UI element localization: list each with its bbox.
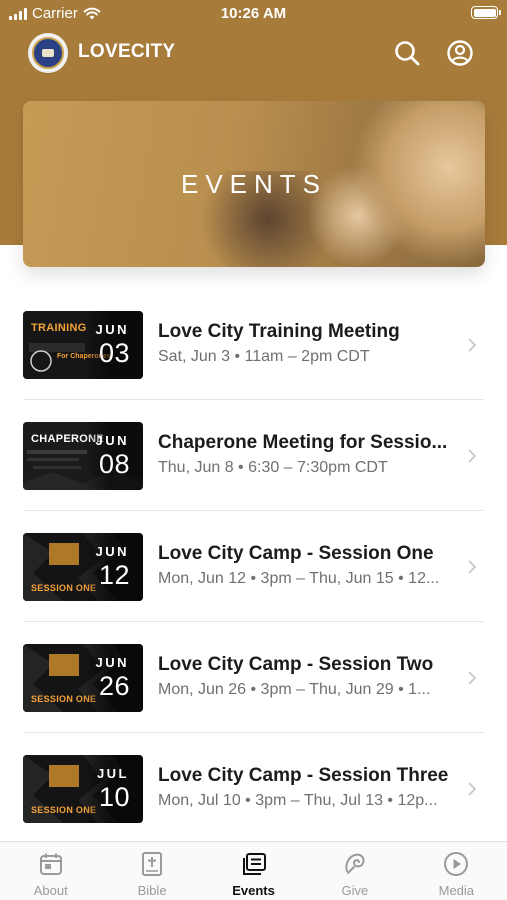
search-button[interactable] (392, 38, 422, 68)
event-row[interactable]: SESSION ONE JUN 12 Love City Camp - Sess… (0, 511, 507, 622)
event-row[interactable]: SESSION ONE JUN 26 Love City Camp - Sess… (0, 622, 507, 733)
app-bar: LOVECITY (0, 30, 507, 76)
event-month: JUN (95, 322, 129, 337)
event-datetime: Mon, Jul 10 • 3pm – Thu, Jul 13 • 12p... (158, 792, 438, 809)
event-thumbnail: CHAPERONE JUN 08 (23, 422, 143, 490)
church-logo[interactable] (28, 33, 68, 73)
chevron-right-icon (468, 338, 477, 352)
event-month: JUN (95, 544, 129, 559)
profile-icon (447, 40, 473, 66)
bible-icon (142, 852, 163, 876)
play-icon (444, 852, 469, 876)
event-month: JUN (95, 433, 129, 448)
chevron-right-icon (468, 671, 477, 685)
event-title: Love City Camp - Session Two (158, 654, 434, 675)
event-day: 03 (98, 338, 130, 368)
event-datetime: Thu, Jun 8 • 6:30 – 7:30pm CDT (158, 459, 388, 476)
search-icon (395, 41, 420, 66)
tab-media[interactable]: Media (406, 842, 507, 900)
event-day: 12 (98, 560, 130, 590)
event-month: JUN (95, 655, 129, 670)
tab-bar: About Bible Events Give Media (0, 841, 507, 900)
tab-about[interactable]: About (0, 842, 101, 900)
event-thumbnail: SESSION ONE JUN 26 (23, 644, 143, 712)
give-icon (345, 853, 365, 874)
tab-label: Bible (137, 883, 167, 898)
event-datetime: Mon, Jun 12 • 3pm – Thu, Jun 15 • 12... (158, 570, 440, 587)
chevron-right-icon (468, 560, 477, 574)
event-day: 08 (98, 449, 130, 479)
battery-icon (471, 6, 501, 19)
event-thumbnail: SESSION ONE JUN 12 (23, 533, 143, 601)
tab-bible[interactable]: Bible (101, 842, 202, 900)
app-title: LOVECITY (78, 41, 176, 62)
chevron-right-icon (468, 782, 477, 796)
event-datetime: Sat, Jun 3 • 11am – 2pm CDT (158, 348, 370, 365)
events-banner: EVENTS (23, 101, 485, 267)
chevron-right-icon (468, 449, 477, 463)
tab-give[interactable]: Give (304, 842, 405, 900)
event-title: Love City Training Meeting (158, 321, 400, 342)
event-title: Chaperone Meeting for Sessio... (158, 432, 448, 453)
event-row[interactable]: CHAPERONE JUN 08 Chaperone Meeting for S… (0, 400, 507, 511)
tab-events[interactable]: Events (203, 842, 304, 900)
thumbnail-label: TRAINING (31, 322, 87, 334)
tab-label: Events (232, 883, 275, 898)
tab-label: About (33, 883, 68, 898)
event-day: 10 (98, 782, 130, 812)
event-row[interactable]: SESSION ONE JUL 10 Love City Camp - Sess… (0, 733, 507, 844)
event-day: 26 (98, 671, 130, 701)
status-time: 10:26 AM (220, 5, 287, 22)
event-thumbnail: For Chaperones TRAINING JUN 03 (23, 311, 143, 379)
status-bar: Carrier 10:26 AM (0, 0, 507, 28)
event-month: JUL (96, 766, 129, 781)
profile-button[interactable] (445, 38, 475, 68)
event-row[interactable]: For Chaperones TRAINING JUN 03 Love City… (0, 289, 507, 400)
tab-label: Media (438, 883, 475, 898)
banner-title: EVENTS (180, 169, 328, 199)
tab-label: Give (341, 883, 369, 898)
event-title: Love City Camp - Session One (158, 543, 434, 564)
event-datetime: Mon, Jun 26 • 3pm – Thu, Jun 29 • 1... (158, 681, 431, 698)
event-thumbnail: SESSION ONE JUL 10 (23, 755, 143, 823)
calendar-icon (39, 853, 62, 875)
events-icon (242, 853, 266, 875)
event-title: Love City Camp - Session Three (158, 765, 449, 786)
event-list: For Chaperones TRAINING JUN 03 Love City… (0, 289, 507, 844)
